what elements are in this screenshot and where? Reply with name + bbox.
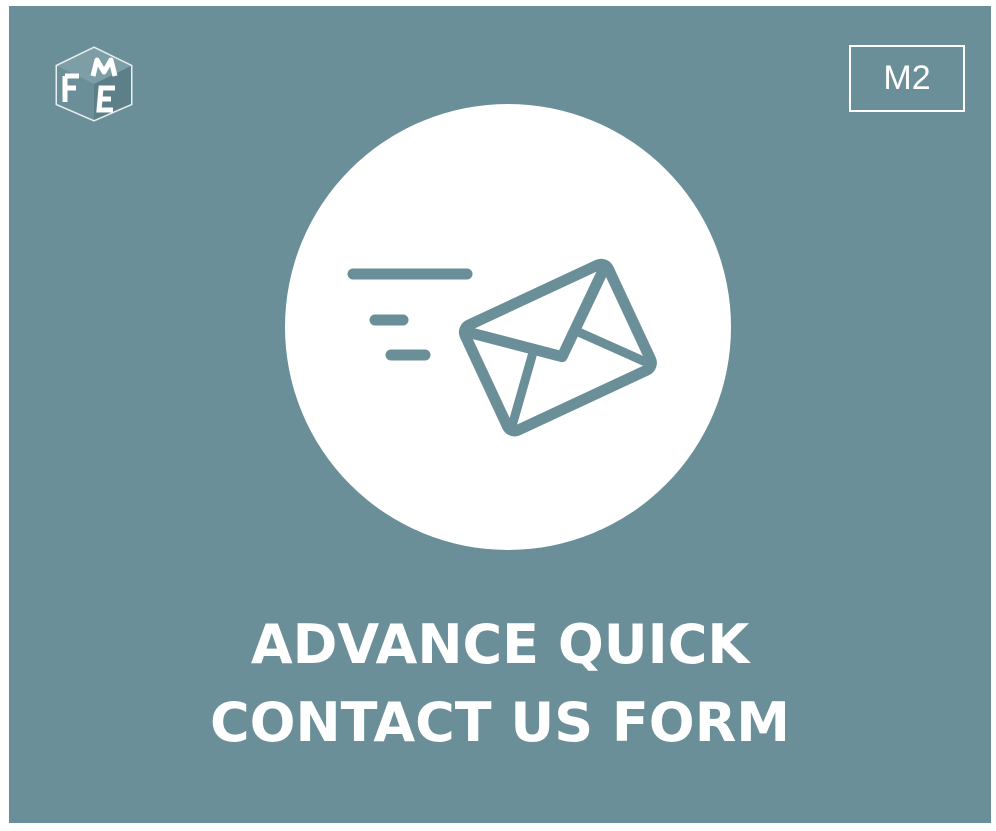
hero-circle (285, 104, 731, 550)
fast-mail-envelope-icon (347, 258, 657, 437)
product-title: ADVANCE QUICK CONTACT US FORM (9, 606, 991, 762)
title-line-1: ADVANCE QUICK (250, 613, 750, 676)
title-line-2: CONTACT US FORM (209, 691, 791, 754)
magento2-badge: M2 (849, 45, 965, 112)
fme-logo-icon (55, 46, 133, 122)
fme-logo (49, 46, 139, 122)
product-banner: M2 ADVANCE QUICK CONTACT US FORM (9, 6, 991, 823)
